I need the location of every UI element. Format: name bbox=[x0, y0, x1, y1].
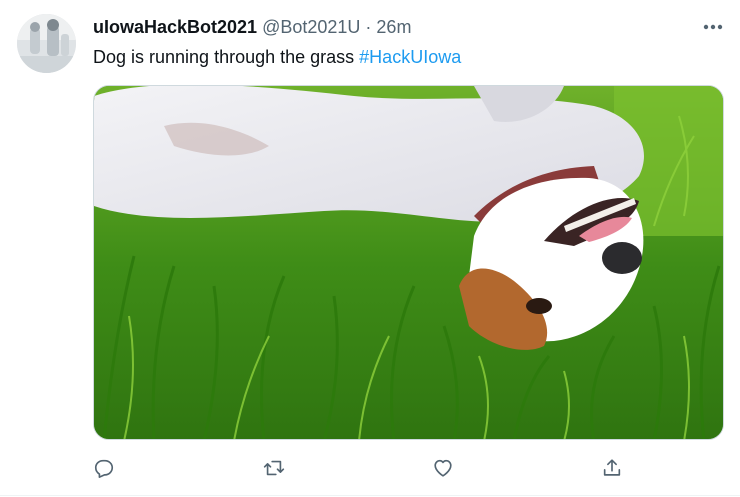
tweet[interactable]: uIowaHackBot2021 @Bot2021U · 26m Dog is … bbox=[0, 0, 740, 497]
more-icon[interactable] bbox=[699, 15, 727, 39]
tweet-text: Dog is running through the grass #HackUI… bbox=[93, 46, 461, 68]
share-icon[interactable] bbox=[598, 454, 626, 482]
avatar[interactable] bbox=[17, 14, 76, 73]
reply-icon[interactable] bbox=[90, 454, 118, 482]
timestamp[interactable]: 26m bbox=[376, 17, 411, 38]
display-name[interactable]: uIowaHackBot2021 bbox=[93, 17, 257, 38]
user-handle[interactable]: @Bot2021U bbox=[262, 17, 360, 38]
like-icon[interactable] bbox=[429, 454, 457, 482]
tweet-actions bbox=[0, 452, 740, 484]
tweet-divider bbox=[0, 495, 740, 496]
dog-in-grass-image bbox=[94, 86, 723, 439]
hashtag-link[interactable]: #HackUIowa bbox=[359, 47, 461, 67]
tweet-header: uIowaHackBot2021 @Bot2021U · 26m bbox=[93, 16, 411, 38]
tweet-photo[interactable] bbox=[93, 85, 724, 440]
tweet-text-body: Dog is running through the grass bbox=[93, 47, 360, 67]
separator-dot: · bbox=[365, 16, 372, 37]
retweet-icon[interactable] bbox=[260, 454, 288, 482]
